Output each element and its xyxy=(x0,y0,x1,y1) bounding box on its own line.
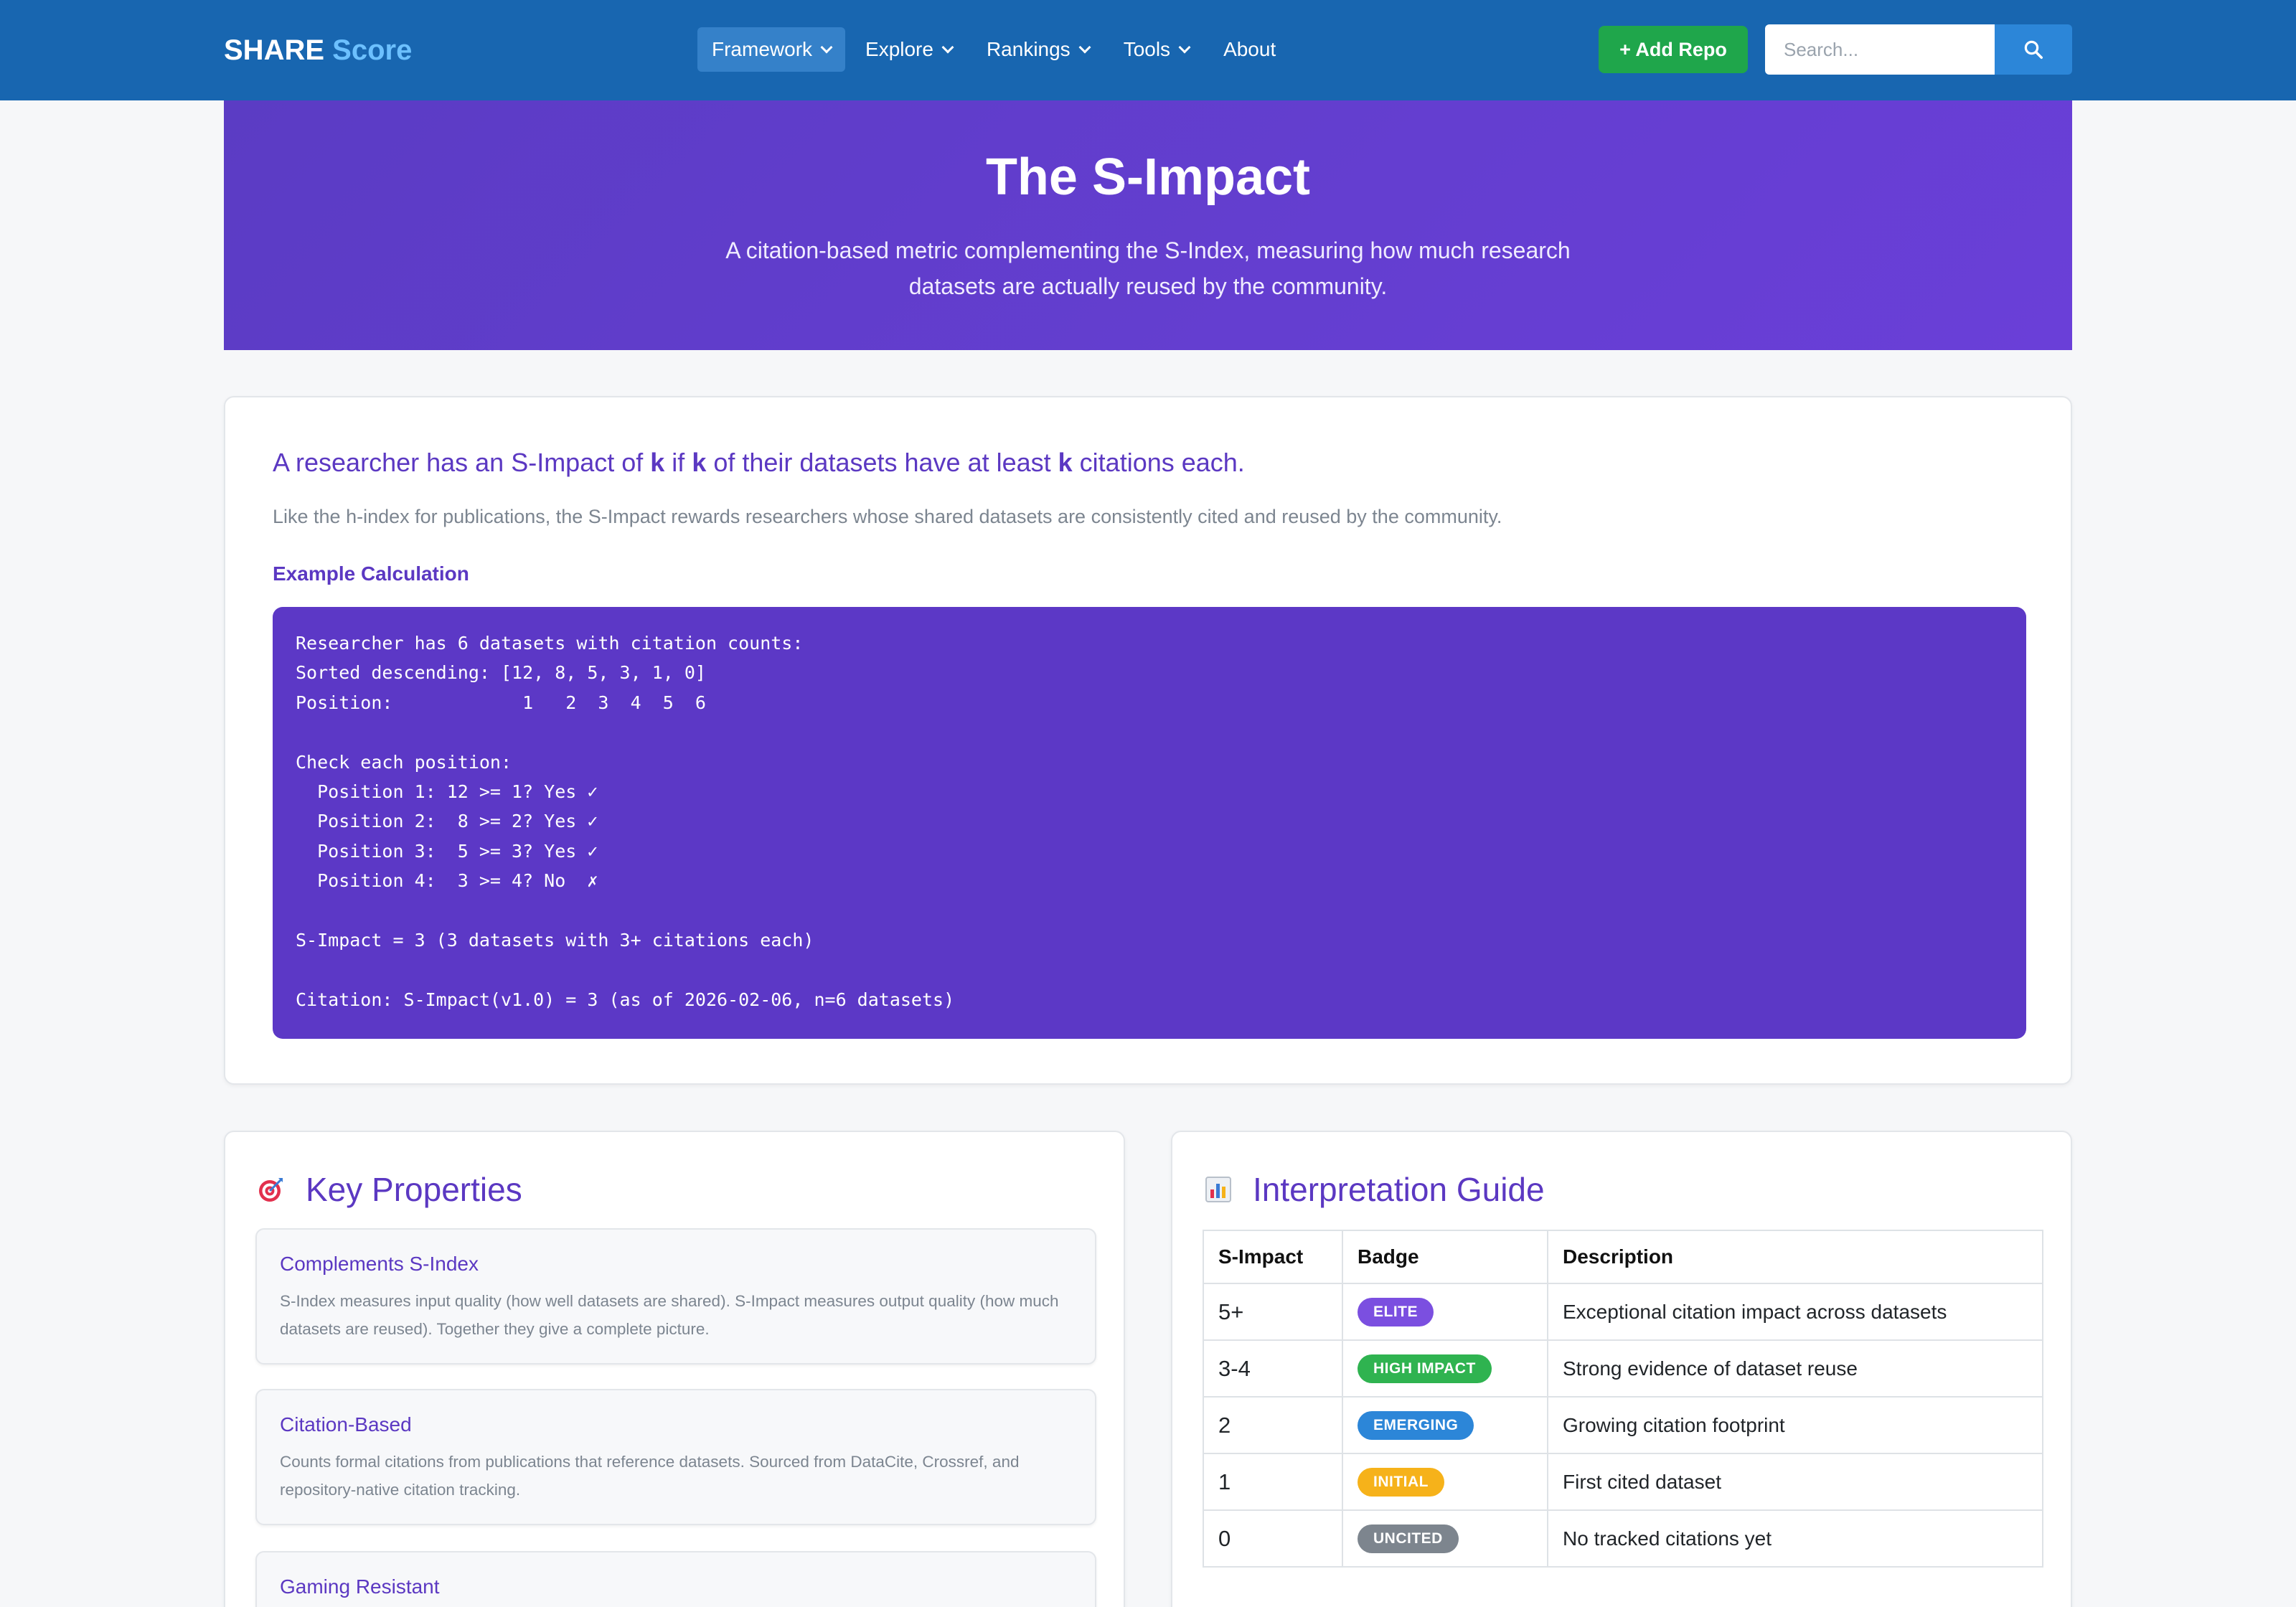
nav-rankings[interactable]: Rankings xyxy=(972,27,1104,72)
code-line: Position 2: 8 >= 2? Yes ✓ xyxy=(296,811,598,832)
table-row: 2 EMERGING Growing citation footprint xyxy=(1203,1396,2043,1454)
definition-card: A researcher has an S-Impact of k if k o… xyxy=(224,396,2072,1085)
target-icon xyxy=(259,1178,283,1202)
column-header: Description xyxy=(1547,1230,2043,1284)
table-row: 5+ ELITE Exceptional citation impact acr… xyxy=(1203,1283,2043,1341)
badge-cell: EMERGING xyxy=(1342,1396,1548,1454)
statement-text: A researcher has an S-Impact of xyxy=(273,448,651,477)
score-cell: 5+ xyxy=(1203,1283,1343,1341)
badge-cell: UNCITED xyxy=(1342,1509,1548,1568)
nav-explore-label: Explore xyxy=(865,38,933,60)
property-description: Counts formal citations from publication… xyxy=(280,1453,1020,1499)
statement-variable: k xyxy=(1058,448,1073,477)
property-item: Citation-Based Counts formal citations f… xyxy=(255,1389,1096,1525)
chevron-down-icon xyxy=(941,41,954,54)
property-description: S-Index measures input quality (how well… xyxy=(280,1292,1059,1338)
definition-description: Like the h-index for publications, the S… xyxy=(273,506,1502,527)
nav-tools-label: Tools xyxy=(1123,38,1171,60)
key-properties-title: Key Properties xyxy=(306,1171,522,1208)
code-line: Position 1: 12 >= 1? Yes ✓ xyxy=(296,781,598,802)
nav-rankings-label: Rankings xyxy=(986,38,1071,60)
score-cell: 1 xyxy=(1203,1453,1343,1511)
description-cell: Growing citation footprint xyxy=(1547,1396,2043,1454)
badge-cell: INITIAL xyxy=(1342,1453,1548,1511)
code-line: Citation: S-Impact(v1.0) = 3 (as of 2026… xyxy=(296,989,955,1010)
search-input[interactable] xyxy=(1765,24,1995,75)
brand-logo[interactable]: SHARE Score xyxy=(224,32,412,69)
table-row: 1 INITIAL First cited dataset xyxy=(1203,1453,2043,1511)
column-header: S-Impact xyxy=(1203,1230,1343,1284)
nav-framework[interactable]: Framework xyxy=(697,27,846,72)
statement-text: citations each. xyxy=(1072,448,1245,477)
nav-tools[interactable]: Tools xyxy=(1109,27,1203,72)
statement-text: of their datasets have at least xyxy=(706,448,1058,477)
search-icon xyxy=(2024,40,2043,59)
description-cell: No tracked citations yet xyxy=(1547,1509,2043,1568)
description-cell: First cited dataset xyxy=(1547,1453,2043,1511)
key-properties-heading: Key Properties xyxy=(257,1167,522,1212)
code-line: Position 4: 3 >= 4? No ✗ xyxy=(296,870,598,892)
score-cell: 0 xyxy=(1203,1509,1343,1568)
property-item: Gaming Resistant xyxy=(255,1551,1096,1607)
main-nav: Framework Explore Rankings Tools About xyxy=(697,27,1296,72)
interpretation-guide-title: Interpretation Guide xyxy=(1253,1171,1545,1208)
code-line: Sorted descending: [12, 8, 5, 3, 1, 0] xyxy=(296,662,706,684)
score-cell: 3-4 xyxy=(1203,1339,1343,1398)
page-title: The S-Impact xyxy=(985,149,1311,206)
table-row: 3-4 HIGH IMPACT Strong evidence of datas… xyxy=(1203,1339,2043,1398)
code-line: Position: 1 2 3 4 5 6 xyxy=(296,692,706,713)
top-navbar: SHARE Score Framework Explore Rankings T… xyxy=(0,0,2296,100)
score-cell: 2 xyxy=(1203,1396,1343,1454)
chevron-down-icon xyxy=(1178,41,1191,54)
code-line: Position 3: 5 >= 3? Yes ✓ xyxy=(296,840,598,862)
example-heading: Example Calculation xyxy=(273,562,469,585)
property-title: Citation-Based xyxy=(280,1413,412,1436)
bar-chart-icon xyxy=(1205,1177,1231,1202)
column-header: Badge xyxy=(1342,1230,1548,1284)
property-title: Complements S-Index xyxy=(280,1253,479,1275)
table-row: 0 UNCITED No tracked citations yet xyxy=(1203,1509,2043,1568)
status-badge: UNCITED xyxy=(1358,1524,1459,1553)
code-line: Check each position: xyxy=(296,751,512,773)
add-repo-button[interactable]: + Add Repo xyxy=(1599,26,1748,73)
property-item: Complements S-Index S-Index measures inp… xyxy=(255,1228,1096,1365)
statement-text: if xyxy=(664,448,692,477)
hero-subtitle: A citation-based metric complementing th… xyxy=(725,237,1571,299)
hero-banner: The S-Impact A citation-based metric com… xyxy=(224,100,2072,350)
status-badge: INITIAL xyxy=(1358,1467,1444,1497)
example-code-block: Researcher has 6 datasets with citation … xyxy=(273,607,2026,1039)
status-badge: EMERGING xyxy=(1358,1410,1474,1440)
chevron-down-icon xyxy=(1078,41,1091,54)
brand-name: SHARE xyxy=(224,34,325,66)
nav-framework-label: Framework xyxy=(712,38,813,60)
table-header-row: S-Impact Badge Description xyxy=(1203,1230,2043,1284)
code-line: Researcher has 6 datasets with citation … xyxy=(296,633,804,654)
interpretation-guide-heading: Interpretation Guide xyxy=(1204,1167,1545,1212)
description-cell: Strong evidence of dataset reuse xyxy=(1547,1339,2043,1398)
code-line: S-Impact = 3 (3 datasets with 3+ citatio… xyxy=(296,929,814,951)
key-properties-card: Key Properties Complements S-Index S-Ind… xyxy=(224,1131,1125,1607)
nav-about[interactable]: About xyxy=(1209,27,1290,72)
badge-cell: ELITE xyxy=(1342,1283,1548,1341)
badge-cell: HIGH IMPACT xyxy=(1342,1339,1548,1398)
property-title: Gaming Resistant xyxy=(280,1575,440,1598)
statement-variable: k xyxy=(650,448,665,477)
search-button[interactable] xyxy=(1995,24,2072,75)
status-badge: ELITE xyxy=(1358,1297,1434,1326)
interpretation-table: S-Impact Badge Description 5+ ELITE Exce… xyxy=(1203,1230,2043,1568)
description-cell: Exceptional citation impact across datas… xyxy=(1547,1283,2043,1341)
status-badge: HIGH IMPACT xyxy=(1358,1354,1492,1383)
definition-statement: A researcher has an S-Impact of k if k o… xyxy=(273,446,1245,479)
nav-about-label: About xyxy=(1223,38,1276,60)
nav-explore[interactable]: Explore xyxy=(851,27,966,72)
statement-variable: k xyxy=(692,448,707,477)
chevron-down-icon xyxy=(820,41,833,54)
brand-accent: Score xyxy=(332,34,413,66)
interpretation-guide-card: Interpretation Guide S-Impact Badge Desc… xyxy=(1171,1131,2072,1607)
